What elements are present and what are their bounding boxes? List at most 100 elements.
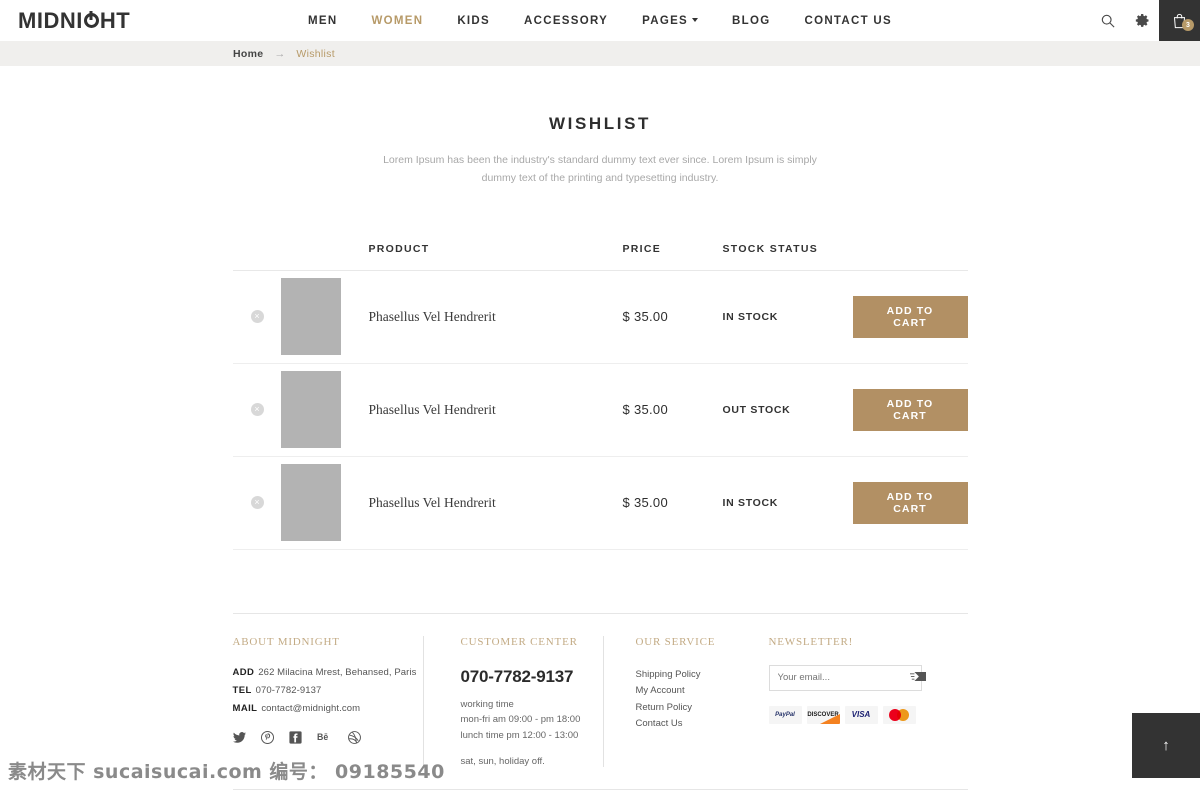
tel-value: 070-7782-9137: [255, 684, 322, 696]
breadcrumb-arrow-icon: →: [274, 47, 286, 60]
footer-heading-newsletter: NEWSLETTER!: [768, 635, 854, 648]
social-links: Bē: [232, 730, 423, 744]
breadcrumb-bar: Home → Wishlist: [0, 41, 1200, 66]
footer-heading-customer-center: CUSTOMER CENTER: [460, 635, 578, 648]
remove-cell: ×: [233, 403, 281, 417]
working-time-weekday: mon-fri am 09:00 - pm 18:00: [460, 714, 581, 726]
nav-pages-label: PAGES: [642, 14, 689, 27]
envelope-icon[interactable]: [909, 669, 926, 687]
product-image[interactable]: [280, 278, 341, 356]
action-cell: ADD TO CART: [852, 481, 968, 524]
arrow-up-icon: ↑: [1162, 737, 1170, 754]
footer-column-newsletter: NEWSLETTER! PayPal DISCOVER VISA: [738, 636, 938, 767]
site-footer: ABOUT MIDNIGHT ADD 262 Milacina Mrest, Be…: [232, 614, 968, 767]
wishlist-table: PRODUCT PRICE STOCK STATUS × Phasellus V…: [232, 242, 968, 614]
product-name[interactable]: Phasellus Vel Hendrerit: [343, 402, 623, 418]
product-price: $ 35.00: [622, 309, 668, 325]
product-image[interactable]: [280, 464, 341, 542]
product-price: $ 35.00: [622, 402, 668, 418]
column-header-product: PRODUCT: [368, 242, 430, 255]
watermark: 素材天下 sucaisucai.com 编号： 09185540: [8, 761, 445, 783]
svg-text:Bē: Bē: [317, 732, 328, 742]
mail-value[interactable]: contact@midnight.com: [261, 703, 360, 714]
nav-item-women[interactable]: WOMEN: [371, 15, 423, 27]
footer-column-service: OUR SERVICE Shipping Policy My Account R…: [602, 635, 738, 767]
discover-icon: DISCOVER: [806, 705, 840, 724]
stock-status-badge: OUT STOCK: [722, 403, 791, 416]
dribbble-icon[interactable]: [347, 730, 361, 744]
page-title: WISHLIST: [548, 114, 651, 133]
paypal-icon: PayPal: [768, 705, 802, 724]
mail-label: MAIL: [232, 702, 258, 714]
breadcrumb: Home → Wishlist: [233, 48, 335, 60]
remove-cell: ×: [233, 310, 281, 324]
footer-heading-service: OUR SERVICE: [635, 635, 716, 648]
service-link-my-account[interactable]: My Account: [636, 683, 738, 698]
page-header: WISHLIST Lorem Ipsum has been the indust…: [0, 66, 1200, 188]
footer-mail-line: MAIL contact@midnight.com: [233, 703, 423, 714]
add-to-cart-button[interactable]: ADD TO CART: [852, 388, 968, 431]
add-to-cart-button[interactable]: ADD TO CART: [852, 295, 968, 338]
nav-item-men[interactable]: MEN: [308, 15, 337, 27]
cart-count-badge: 3: [1182, 19, 1194, 31]
behance-icon[interactable]: Bē: [317, 731, 333, 744]
facebook-icon[interactable]: [288, 731, 302, 744]
add-to-cart-button[interactable]: ADD TO CART: [852, 481, 968, 524]
tel-label: TEL: [232, 684, 252, 696]
service-link-return-policy[interactable]: Return Policy: [636, 700, 738, 715]
product-thumbnail-cell: [280, 278, 343, 356]
working-time-label: working time: [460, 698, 514, 710]
page-subtitle: Lorem Ipsum has been the industry's stan…: [383, 154, 817, 185]
stock-status-badge: IN STOCK: [722, 496, 779, 509]
footer-bottom-bar: Privacy & Cookies | Terms & Conditions |…: [232, 788, 968, 794]
service-link-shipping-policy[interactable]: Shipping Policy: [636, 667, 738, 682]
nav-item-blog[interactable]: BLOG: [732, 15, 770, 27]
nav-item-pages[interactable]: PAGES: [642, 14, 699, 27]
payment-methods: PayPal DISCOVER VISA: [768, 705, 938, 724]
site-header: MIDNI HT MEN WOMEN KIDS ACCESSORY PAGES B…: [0, 0, 1200, 41]
product-price: $ 35.00: [622, 495, 668, 511]
column-header-price: PRICE: [622, 242, 662, 255]
table-row: × Phasellus Vel Hendrerit $ 35.00 IN STO…: [232, 457, 968, 550]
back-to-top-button[interactable]: ↑: [1132, 713, 1200, 778]
remove-item-icon[interactable]: ×: [250, 403, 264, 417]
pinterest-icon[interactable]: [260, 730, 274, 744]
twitter-icon[interactable]: [232, 731, 246, 744]
product-image[interactable]: [280, 371, 341, 449]
remove-item-icon[interactable]: ×: [250, 310, 264, 324]
remove-cell: ×: [233, 496, 281, 510]
address-label: ADD: [232, 666, 255, 678]
wishlist-table-header: PRODUCT PRICE STOCK STATUS: [232, 242, 968, 271]
remove-item-icon[interactable]: ×: [250, 496, 264, 510]
column-header-stock: STOCK STATUS: [722, 242, 819, 255]
stock-status-badge: IN STOCK: [722, 310, 779, 323]
visa-icon: VISA: [844, 705, 878, 724]
footer-address-line: ADD 262 Milacina Mrest, Behansed, Paris: [233, 667, 423, 678]
breadcrumb-home[interactable]: Home: [233, 48, 263, 60]
main-navigation: MEN WOMEN KIDS ACCESSORY PAGES BLOG CONT…: [0, 15, 1200, 27]
service-link-contact-us[interactable]: Contact Us: [636, 716, 738, 731]
action-cell: ADD TO CART: [852, 388, 968, 431]
newsletter-email-input[interactable]: [777, 672, 910, 684]
table-row: × Phasellus Vel Hendrerit $ 35.00 OUT ST…: [232, 364, 968, 457]
table-row: × Phasellus Vel Hendrerit $ 35.00 IN STO…: [232, 271, 968, 364]
nav-item-accessory[interactable]: ACCESSORY: [524, 15, 608, 27]
nav-item-kids[interactable]: KIDS: [457, 15, 490, 27]
cart-button[interactable]: 3: [1159, 0, 1200, 41]
working-time-holiday: sat, sun, holiday off.: [460, 755, 545, 767]
breadcrumb-current: Wishlist: [296, 47, 335, 60]
content-wrapper: PRODUCT PRICE STOCK STATUS × Phasellus V…: [232, 242, 968, 614]
product-thumbnail-cell: [280, 371, 343, 449]
product-thumbnail-cell: [280, 464, 343, 542]
product-name[interactable]: Phasellus Vel Hendrerit: [343, 309, 623, 325]
newsletter-form: [768, 664, 926, 691]
product-name[interactable]: Phasellus Vel Hendrerit: [343, 495, 623, 511]
mastercard-icon: [882, 705, 916, 724]
nav-item-contact-us[interactable]: CONTACT US: [804, 15, 892, 27]
footer-column-about: ABOUT MIDNIGHT ADD 262 Milacina Mrest, Be…: [232, 635, 423, 767]
footer-column-customer-center: CUSTOMER CENTER 070-7782-9137 working ti…: [422, 635, 603, 767]
chevron-down-icon: [692, 18, 699, 23]
footer-tel-line: TEL 070-7782-9137: [233, 685, 423, 696]
footer-heading-about: ABOUT MIDNIGHT: [232, 635, 340, 648]
address-value: 262 Milacina Mrest, Behansed, Paris: [258, 666, 417, 678]
